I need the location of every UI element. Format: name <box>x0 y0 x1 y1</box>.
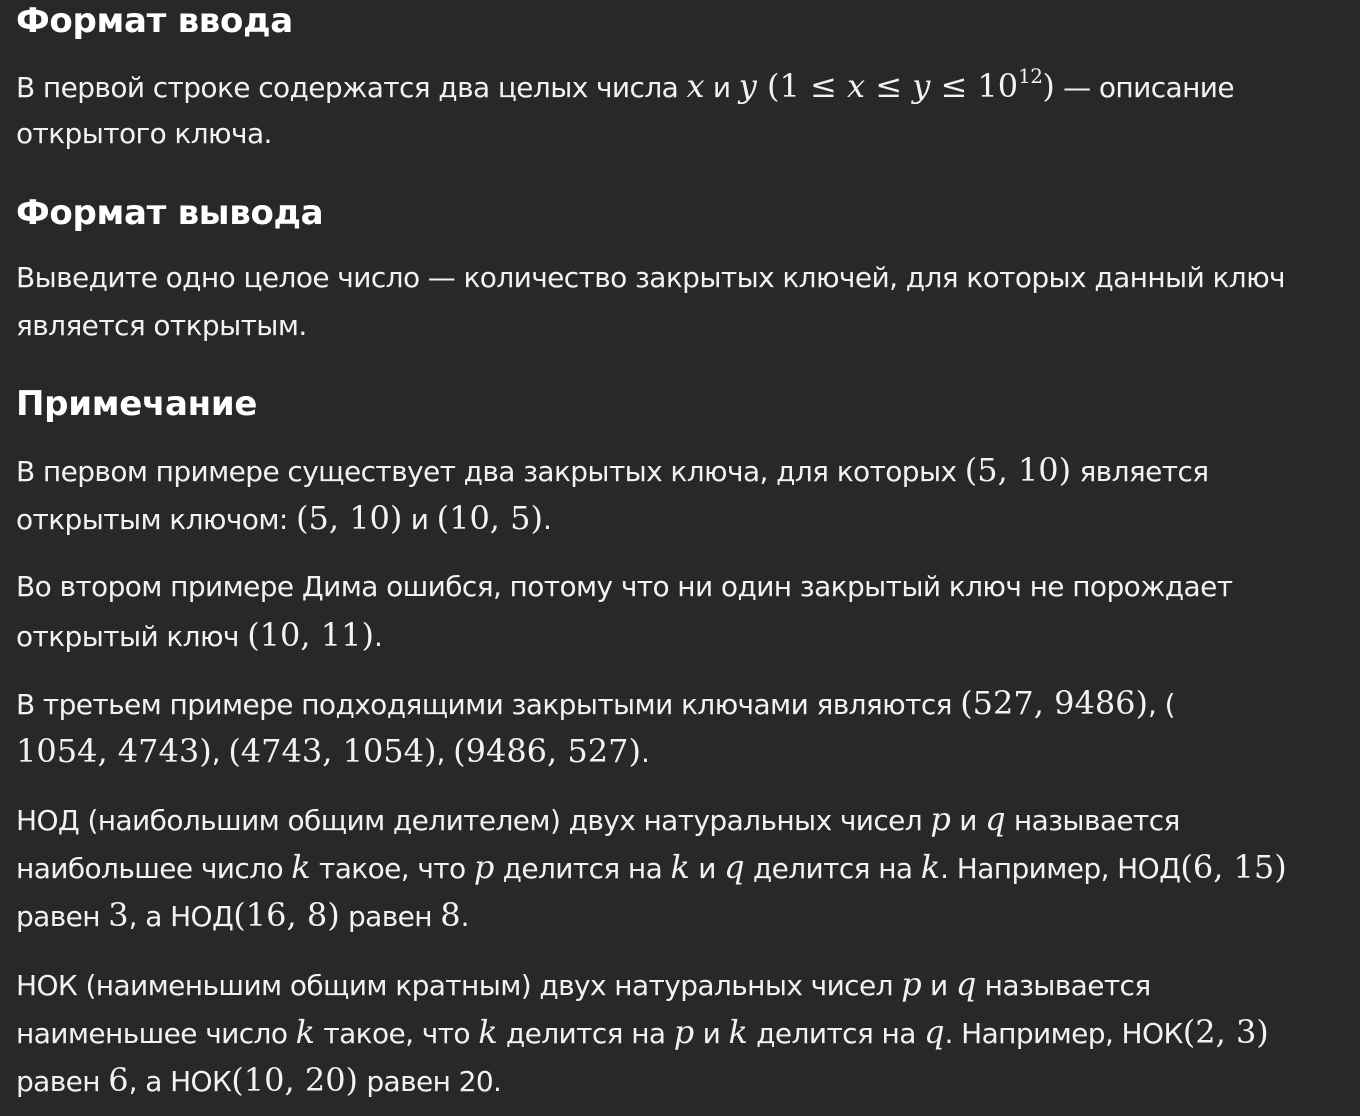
math-var: y <box>912 67 931 105</box>
math: (9486, 527) <box>453 732 641 770</box>
math-var: k <box>295 1013 316 1051</box>
note-p4-line-1: НОД (наибольшим общим делителем) двух на… <box>16 795 1180 845</box>
math: 8 <box>440 896 461 934</box>
math-var: k <box>291 848 311 886</box>
text: открытый ключ <box>16 620 248 653</box>
text: и <box>402 503 437 536</box>
math-var: y <box>738 67 757 105</box>
output-format-line-2: является открытым. <box>16 309 307 342</box>
math-var: q <box>955 965 977 1003</box>
math-var: k <box>478 1013 498 1051</box>
note-p4-line-2: наибольшее число k такое, что p делится … <box>16 843 1287 893</box>
note-p5-line-1: НОК (наименьшим общим кратным) двух нату… <box>16 960 1151 1010</box>
text: называется <box>1005 804 1181 837</box>
text: — описание <box>1054 71 1234 104</box>
note-p3-line-1: В третьем примере подходящими закрытыми … <box>16 679 1176 729</box>
math-var: p <box>901 965 922 1003</box>
text: делится на <box>494 852 671 885</box>
text: является <box>1071 455 1209 488</box>
text: и <box>950 804 986 837</box>
text: , ( <box>1148 688 1176 721</box>
text: НОК (наименьшим общим кратным) двух нату… <box>16 969 902 1002</box>
note-p5-line-2: наименьшее число k такое, что k делится … <box>16 1008 1269 1058</box>
math: 3 <box>108 896 129 934</box>
math: (10, 5) <box>436 499 543 537</box>
text: равен 20. <box>358 1065 502 1098</box>
text: и <box>694 1017 729 1050</box>
math: ) <box>1042 67 1055 105</box>
math-var: q <box>724 848 745 886</box>
note-p1-line-2: открытым ключом: (5, 10) и (10, 5). <box>16 494 552 544</box>
math: 6 <box>108 1061 129 1099</box>
math: (10, 20) <box>231 1061 359 1099</box>
input-format-heading: Формат ввода <box>16 1 293 41</box>
text: такое, что <box>310 852 474 885</box>
math: (5, 10) <box>296 499 403 537</box>
math: (10, 11) <box>247 616 374 654</box>
note-p1-line-1: В первом примере существует два закрытых… <box>16 446 1209 496</box>
input-format-line-2: открытого ключа. <box>16 117 272 150</box>
text: . Например, НОК <box>944 1017 1184 1050</box>
text: равен <box>16 1065 109 1098</box>
text: В первом примере существует два закрытых… <box>16 455 965 488</box>
math-var: k <box>670 848 690 886</box>
math: ≤ 10 <box>930 67 1019 105</box>
math: 1054, 4743) <box>16 732 212 770</box>
text: В первой строке содержатся два целых чис… <box>16 71 687 104</box>
text: такое, что <box>315 1017 479 1050</box>
math: ≤ <box>865 67 913 105</box>
text: делится на <box>747 1017 925 1050</box>
text: , а НОД <box>128 900 234 933</box>
note-heading: Примечание <box>16 384 258 424</box>
text: и <box>704 71 739 104</box>
math-var: q <box>985 800 1006 838</box>
text: , <box>436 736 454 769</box>
text: и <box>921 969 956 1002</box>
math: (16, 8) <box>233 896 340 934</box>
text: наибольшее число <box>16 852 292 885</box>
text: равен <box>339 900 441 933</box>
math: (5, 10) <box>964 451 1072 489</box>
text: и <box>689 852 725 885</box>
input-format-line-1: В первой строке содержатся два целых чис… <box>16 62 1235 112</box>
note-p3-line-2: 1054, 4743), (4743, 1054), (9486, 527). <box>16 727 650 777</box>
text: называется <box>976 969 1152 1002</box>
math-var: x <box>846 67 866 105</box>
output-format-line-1: Выведите одно целое число — количество з… <box>16 261 1286 294</box>
text: В третьем примере подходящими закрытыми … <box>16 688 961 721</box>
text: открытым ключом: <box>16 503 296 536</box>
math: (6, 15) <box>1180 848 1287 886</box>
text: . <box>460 900 470 933</box>
math-var: q <box>924 1013 945 1051</box>
math: (2, 3) <box>1182 1013 1269 1051</box>
math: (527, 9486) <box>960 684 1149 722</box>
text: . <box>640 736 650 769</box>
text: . Например, НОД <box>940 852 1181 885</box>
note-p5-line-3: равен 6, а НОК(10, 20) равен 20. <box>16 1056 502 1106</box>
text: наименьшее число <box>16 1017 296 1050</box>
note-p4-line-3: равен 3, а НОД(16, 8) равен 8. <box>16 891 470 941</box>
math-var: p <box>473 848 495 886</box>
output-format-heading: Формат вывода <box>16 193 324 233</box>
math-var: p <box>673 1013 695 1051</box>
math-var: k <box>728 1013 748 1051</box>
text: . <box>373 620 383 653</box>
text: НОД (наибольшим общим делителем) двух на… <box>16 804 931 837</box>
math-exponent: 12 <box>1018 64 1043 88</box>
math-var: x <box>686 67 705 105</box>
math-var: p <box>930 800 951 838</box>
text: , а НОК <box>128 1065 232 1098</box>
text: равен <box>16 900 109 933</box>
text: . <box>542 503 552 536</box>
note-p2-line-2: открытый ключ (10, 11). <box>16 611 383 661</box>
text: , <box>211 736 229 769</box>
text: делится на <box>744 852 921 885</box>
note-p2-line-1: Во втором примере Дима ошибся, потому чт… <box>16 570 1233 603</box>
math: (1 ≤ <box>756 67 847 105</box>
math-var: k <box>920 848 941 886</box>
math: (4743, 1054) <box>228 732 437 770</box>
text: делится на <box>497 1017 674 1050</box>
